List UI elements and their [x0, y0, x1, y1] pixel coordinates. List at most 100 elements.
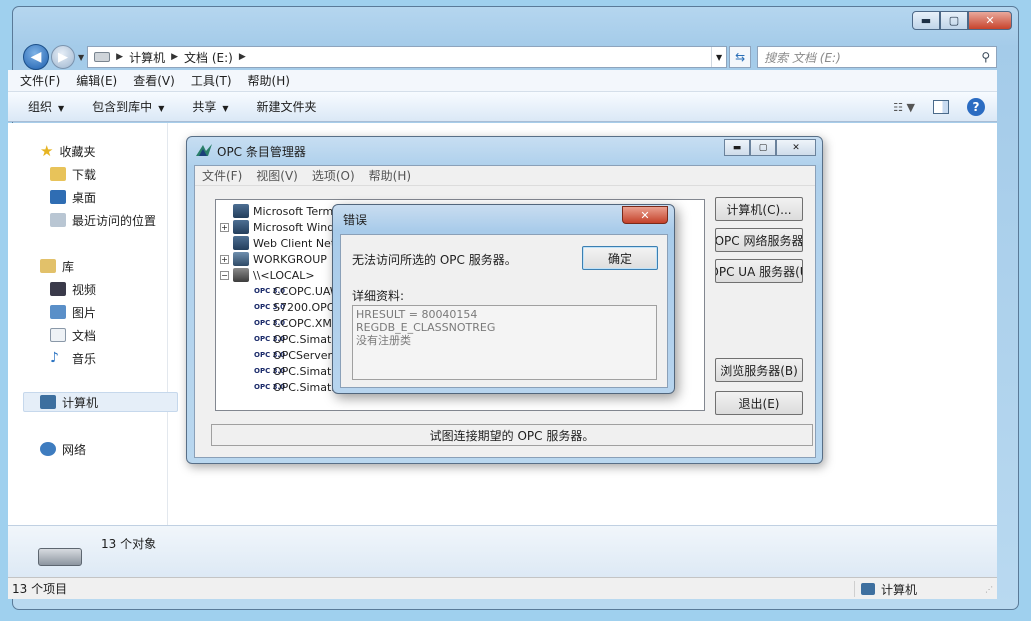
network-icon: [40, 442, 56, 456]
nav-music[interactable]: ♪ 音乐: [50, 348, 96, 368]
computer-icon: [40, 395, 56, 409]
error-client-area: 无法访问所选的 OPC 服务器。 确定 详细资料: HRESULT = 8004…: [340, 234, 668, 388]
maximize-button[interactable]: ▢: [940, 11, 968, 30]
tree-expander[interactable]: +: [220, 254, 229, 264]
close-button[interactable]: ✕: [968, 11, 1012, 30]
ok-button[interactable]: 确定: [582, 246, 658, 270]
tree-expander[interactable]: +: [220, 222, 229, 232]
error-dialog-title: 错误: [343, 213, 368, 227]
forward-button[interactable]: ▶: [51, 45, 75, 69]
nav-label: 网络: [62, 442, 87, 457]
error-close-button[interactable]: ✕: [622, 206, 668, 224]
menu-help[interactable]: 帮助(H): [248, 72, 290, 89]
tree-label: \\<LOCAL>: [253, 268, 315, 282]
nav-label: 库: [62, 259, 75, 274]
network-icon: [233, 204, 249, 218]
object-count: 13 个对象: [101, 537, 157, 551]
computer-icon: [233, 268, 249, 282]
network-icon: [233, 220, 249, 234]
error-dialog: 错误 ✕ 无法访问所选的 OPC 服务器。 确定 详细资料: HRESULT =…: [332, 204, 675, 394]
menu-tools[interactable]: 工具(T): [191, 72, 232, 89]
back-button[interactable]: ◀: [23, 44, 49, 70]
opc-server-icon: OPC 3.0: [254, 350, 286, 359]
opc-menu-options[interactable]: 选项(O): [312, 167, 355, 184]
documents-icon: [50, 328, 66, 342]
help-icon[interactable]: ?: [967, 98, 985, 116]
nav-label: 桌面: [72, 190, 97, 205]
nav-label: 计算机: [62, 395, 99, 410]
close-icon: ✕: [640, 208, 650, 222]
navigation-pane: ★ 收藏夹 下载 桌面 最近访问的位置 库 视频 图片 文档 ♪ 音乐 计算机 …: [8, 123, 178, 525]
preview-pane-icon[interactable]: [933, 100, 949, 114]
opc-caption-buttons: ▬ ▢ ✕: [724, 139, 816, 156]
menu-view[interactable]: 查看(V): [133, 72, 175, 89]
opc-menu-file[interactable]: 文件(F): [202, 167, 242, 184]
download-folder-icon: [50, 167, 66, 181]
recent-pages-dropdown-icon[interactable]: ▼: [78, 53, 84, 62]
new-folder-button[interactable]: 新建文件夹: [257, 98, 317, 115]
nav-downloads[interactable]: 下载: [50, 164, 96, 184]
share-button[interactable]: 共享 ▼: [192, 98, 228, 115]
resize-grip-icon[interactable]: ⋰: [985, 585, 993, 594]
navigation-bar: ◀ ▶ ▼ ▶ 计算机 ▶ 文档 (E:) ▶ ▼ ⇆ 搜索 文档 (E:) ⚲: [23, 43, 1008, 71]
opc-server-icon: OPC 3.0: [254, 318, 286, 327]
minimize-button[interactable]: ▬: [912, 11, 940, 30]
opc-minimize-button[interactable]: ▬: [724, 139, 750, 156]
tree-expander[interactable]: −: [220, 270, 229, 280]
address-dropdown-icon[interactable]: ▼: [711, 47, 726, 67]
libraries-icon: [40, 259, 56, 273]
opc-menu-help[interactable]: 帮助(H): [369, 167, 411, 184]
arrow-left-icon: ◀: [30, 49, 42, 65]
include-library-button[interactable]: 包含到库中 ▼: [92, 98, 164, 115]
opc-server-icon: OPC 3.0: [254, 366, 286, 375]
search-icon: ⚲: [981, 50, 991, 64]
details-line: 没有注册类: [356, 334, 411, 347]
nav-libraries[interactable]: 库: [40, 256, 74, 276]
tree-node[interactable]: − \\<LOCAL>: [220, 267, 315, 283]
browse-servers-button[interactable]: 浏览服务器(B): [715, 358, 803, 382]
details-textbox[interactable]: HRESULT = 80040154 REGDB_E_CLASSNOTREG 没…: [352, 305, 657, 380]
nav-documents[interactable]: 文档: [50, 325, 96, 345]
refresh-button[interactable]: ⇆: [729, 46, 752, 68]
nav-network[interactable]: 网络: [40, 439, 86, 459]
view-options-icon[interactable]: ☷ ▼: [893, 101, 915, 114]
details-label: 详细资料:: [352, 289, 405, 303]
address-bar[interactable]: ▶ 计算机 ▶ 文档 (E:) ▶ ▼: [87, 46, 728, 68]
tree-node[interactable]: + WORKGROUP: [220, 251, 327, 267]
tree-label: WORKGROUP: [253, 252, 327, 266]
nav-label: 下载: [72, 167, 97, 182]
nav-label: 音乐: [72, 351, 97, 366]
opc-menu-view[interactable]: 视图(V): [256, 167, 298, 184]
chevron-right-icon[interactable]: ▶: [239, 52, 246, 62]
opc-ua-server-button[interactable]: OPC UA 服务器(U: [715, 259, 803, 283]
nav-pictures[interactable]: 图片: [50, 302, 96, 322]
opc-close-button[interactable]: ✕: [776, 139, 816, 156]
status-location: 计算机: [854, 581, 917, 597]
status-location-label: 计算机: [881, 582, 918, 597]
opc-network-server-button[interactable]: OPC 网络服务器: [715, 228, 803, 252]
nav-label: 视频: [72, 282, 97, 297]
recent-places-icon: [50, 213, 66, 227]
breadcrumb-drive[interactable]: 文档 (E:): [184, 49, 233, 66]
nav-desktop[interactable]: 桌面: [50, 187, 96, 207]
nav-recent[interactable]: 最近访问的位置: [50, 210, 156, 230]
network-icon: [233, 236, 249, 250]
opc-maximize-button[interactable]: ▢: [750, 139, 776, 156]
nav-favorites[interactable]: ★ 收藏夹: [40, 141, 95, 161]
chevron-right-icon[interactable]: ▶: [171, 52, 178, 62]
tree-node[interactable]: OPC 3.0 CCOPC.UAW: [254, 283, 341, 299]
nav-videos[interactable]: 视频: [50, 279, 96, 299]
nav-label: 最近访问的位置: [72, 213, 157, 228]
nav-computer[interactable]: 计算机: [23, 392, 178, 412]
chevron-right-icon[interactable]: ▶: [116, 52, 123, 62]
view-controls: ☷ ▼ ?: [893, 98, 985, 116]
exit-button[interactable]: 退出(E): [715, 391, 803, 415]
menu-edit[interactable]: 编辑(E): [76, 72, 117, 89]
organize-button[interactable]: 组织 ▼: [28, 98, 64, 115]
search-input[interactable]: 搜索 文档 (E:) ⚲: [757, 46, 998, 68]
computer-button[interactable]: 计算机(C)...: [715, 197, 803, 221]
breadcrumb-computer[interactable]: 计算机: [129, 49, 165, 66]
computer-icon: [861, 583, 875, 595]
caption-buttons: ▬ ▢ ✕: [912, 11, 1012, 30]
menu-file[interactable]: 文件(F): [20, 72, 60, 89]
